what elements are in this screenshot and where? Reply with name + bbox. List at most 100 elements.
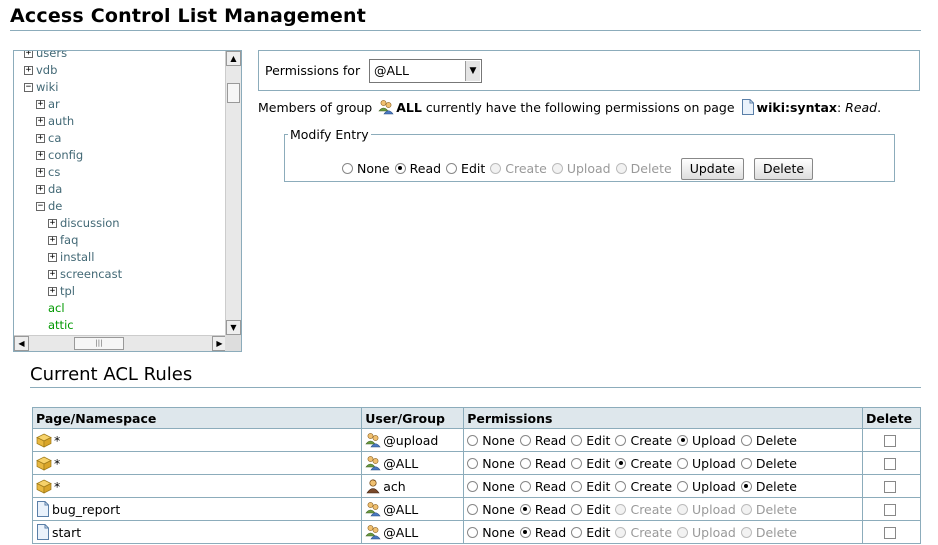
modify-radio-read[interactable]	[394, 162, 406, 174]
permission-radio-upload[interactable]	[677, 434, 689, 446]
permission-radio-label: None	[482, 501, 515, 517]
tree-node-tpl[interactable]: + tpl	[48, 283, 75, 300]
page-namespace-link[interactable]: bug_report	[52, 502, 120, 517]
permission-radio-create[interactable]	[615, 457, 627, 469]
expand-toggle-icon[interactable]: +	[24, 51, 33, 58]
permission-radio-none[interactable]	[467, 480, 479, 492]
tree-node-ca[interactable]: + ca	[36, 130, 61, 147]
permission-radio-none[interactable]	[467, 526, 479, 538]
group-icon	[365, 433, 381, 448]
expand-toggle-icon[interactable]: +	[48, 287, 57, 296]
permission-radio-edit[interactable]	[571, 526, 583, 538]
delete-rule-checkbox[interactable]	[883, 458, 896, 470]
permission-radio-none[interactable]	[467, 503, 479, 515]
tree-node-label: ar	[48, 97, 60, 111]
expand-toggle-icon[interactable]: +	[48, 253, 57, 262]
tree-node-label: ca	[48, 131, 62, 145]
permission-radio-create[interactable]	[615, 480, 627, 492]
namespace-tree[interactable]: + users + vdb − wiki + ar + auth + ca + config + cs + da −…	[13, 50, 242, 352]
delete-entry-button[interactable]: Delete	[753, 158, 814, 180]
desc-middle: currently have the following permissions…	[425, 100, 735, 115]
expand-toggle-icon[interactable]: +	[36, 100, 45, 109]
delete-rule-checkbox[interactable]	[883, 481, 896, 493]
permission-radio-edit[interactable]	[571, 434, 583, 446]
user-group-select[interactable]: @ALL ▼	[369, 59, 482, 83]
delete-rule-checkbox[interactable]	[883, 527, 896, 539]
permission-radio-upload[interactable]	[677, 457, 689, 469]
modify-permission-radios: None Read Edit Create Upload Delete Update Dele…	[342, 158, 814, 180]
tree-node-de[interactable]: − de	[36, 198, 62, 215]
scroll-left-arrow-icon[interactable]: ◀	[14, 336, 29, 351]
table-row: * @upload None Read Edit Create Upload Delete	[31, 428, 922, 452]
expand-toggle-icon[interactable]: +	[36, 151, 45, 160]
permission-radio-edit[interactable]	[571, 457, 583, 469]
update-button[interactable]: Update	[680, 158, 744, 180]
permission-radio-edit[interactable]	[571, 503, 583, 515]
permission-radio-upload[interactable]	[677, 480, 689, 492]
cell-delete	[861, 497, 922, 521]
delete-rule-checkbox[interactable]	[883, 435, 896, 447]
permission-radio-none[interactable]	[467, 457, 479, 469]
expand-toggle-icon[interactable]: +	[48, 270, 57, 279]
modify-radio-edit[interactable]	[446, 162, 458, 174]
permission-radio-read[interactable]	[519, 480, 531, 492]
permission-radio-delete[interactable]	[740, 457, 752, 469]
page-namespace-link[interactable]: *	[54, 479, 60, 494]
tree-node-ar[interactable]: + ar	[36, 96, 60, 113]
tree-node-da[interactable]: + da	[36, 181, 62, 198]
permission-radio-read[interactable]	[519, 434, 531, 446]
tree-node-wiki[interactable]: − wiki	[24, 79, 58, 96]
horizontal-scroll-thumb[interactable]: |||	[74, 337, 124, 350]
permission-radio-read[interactable]	[519, 503, 531, 515]
permission-radio-delete[interactable]	[740, 480, 752, 492]
page-namespace-link[interactable]: start	[52, 525, 81, 540]
scroll-up-arrow-icon[interactable]: ▲	[226, 51, 241, 66]
modify-radio-label: Edit	[461, 160, 486, 176]
tree-node-faq[interactable]: + faq	[48, 232, 78, 249]
tree-node-config[interactable]: + config	[36, 147, 83, 164]
collapse-toggle-icon[interactable]: −	[24, 83, 33, 92]
scroll-down-arrow-icon[interactable]: ▼	[226, 320, 241, 335]
permission-radio-label: Delete	[755, 501, 797, 517]
tree-node-attic[interactable]: attic	[48, 317, 74, 334]
tree-node-acl[interactable]: acl	[48, 300, 65, 317]
vertical-scroll-thumb[interactable]	[227, 83, 240, 103]
tree-node-screencast[interactable]: + screencast	[48, 266, 122, 283]
collapse-toggle-icon[interactable]: −	[36, 202, 45, 211]
cell-user-group: @ALL	[361, 451, 465, 475]
tree-vertical-scrollbar[interactable]: ▲ ▼	[225, 51, 241, 335]
expand-toggle-icon[interactable]: +	[24, 66, 33, 75]
permission-radio-read[interactable]	[519, 457, 531, 469]
expand-toggle-icon[interactable]: +	[36, 168, 45, 177]
cell-user-group: @ALL	[361, 520, 465, 544]
tree-node-install[interactable]: + install	[48, 249, 94, 266]
expand-toggle-icon[interactable]: +	[36, 134, 45, 143]
modify-radio-none[interactable]	[342, 162, 353, 174]
expand-toggle-icon[interactable]: +	[48, 236, 57, 245]
permission-radio-delete[interactable]	[740, 434, 752, 446]
tree-node-label: cs	[48, 165, 61, 179]
permission-radio-create[interactable]	[615, 434, 627, 446]
tree-node-vdb[interactable]: + vdb	[24, 62, 57, 79]
permission-radio-read[interactable]	[519, 526, 531, 538]
tree-node-discussion[interactable]: + discussion	[48, 215, 120, 232]
expand-toggle-icon[interactable]: +	[36, 185, 45, 194]
tree-node-users[interactable]: + users	[24, 51, 67, 62]
page-namespace-link[interactable]: *	[54, 433, 60, 448]
tree-node-cs[interactable]: + cs	[36, 164, 60, 181]
permission-radio-none[interactable]	[467, 434, 479, 446]
acl-header-row: Page/Namespace User/Group Permissions De…	[31, 407, 922, 429]
tree-node-auth[interactable]: + auth	[36, 113, 74, 130]
modify-radio-delete	[615, 162, 627, 174]
expand-toggle-icon[interactable]: +	[48, 219, 57, 228]
user-group-name: @ALL	[383, 525, 419, 540]
expand-toggle-icon[interactable]: +	[36, 117, 45, 126]
permission-radio-label: Upload	[692, 455, 736, 471]
chevron-down-icon[interactable]: ▼	[465, 61, 480, 81]
permission-radio-edit[interactable]	[571, 480, 583, 492]
permission-radio-label: Edit	[586, 524, 611, 540]
tree-node-label: faq	[60, 233, 79, 247]
page-namespace-link[interactable]: *	[54, 456, 60, 471]
tree-horizontal-scrollbar[interactable]: ◀ ||| ▶	[14, 335, 227, 351]
delete-rule-checkbox[interactable]	[883, 504, 896, 516]
